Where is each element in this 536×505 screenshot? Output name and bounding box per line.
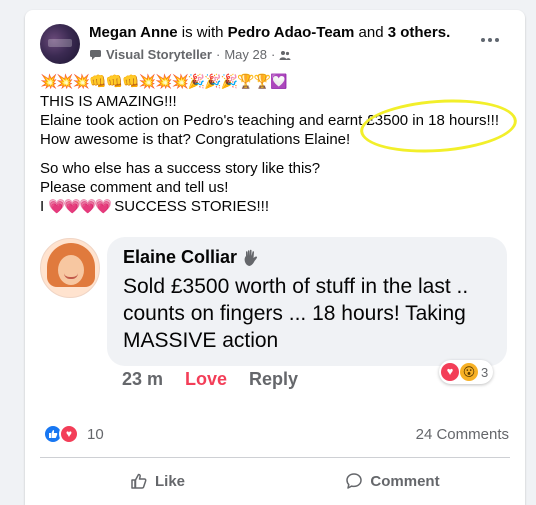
wow-reaction-icon: 😮 (460, 363, 478, 381)
dot-icon (488, 38, 492, 42)
tagged-name[interactable]: Pedro Adao-Team (228, 24, 355, 41)
like-button[interactable]: Like (40, 463, 275, 499)
post-card: Megan Anne is with Pedro Adao-Team and 3… (25, 10, 525, 505)
post-reaction-count: 10 (87, 425, 104, 443)
post-line: Please comment and tell us! (40, 179, 229, 196)
comment-label: Comment (370, 472, 440, 490)
comment-time[interactable]: 23 m (122, 369, 163, 390)
comment-love-button[interactable]: Love (185, 369, 227, 390)
line-prefix: I (40, 198, 45, 215)
meta-separator: · (215, 47, 221, 62)
line-suffix: SUCCESS STORIES!!! (114, 198, 270, 215)
post-actions: Like Comment (40, 463, 510, 499)
comment-reactions[interactable]: ♥ 😮 3 (439, 360, 494, 384)
badge-label[interactable]: Visual Storyteller (106, 47, 212, 62)
thumbs-up-icon (131, 473, 147, 489)
like-label: Like (154, 472, 185, 490)
and-text: and (358, 24, 384, 41)
meta-separator-2: · (270, 47, 276, 62)
waving-hand-icon (244, 249, 258, 266)
comment-button[interactable]: Comment (275, 463, 510, 499)
commenter-name-row: Elaine Colliar (123, 247, 259, 268)
post-header: Megan Anne is with Pedro Adao-Team and 3… (89, 24, 450, 41)
post-line-hearts: I 💗💗💗💗 SUCCESS STORIES!!! (40, 197, 515, 216)
post-line: So who else has a success story like thi… (40, 160, 321, 177)
avatar-face (58, 255, 84, 285)
author-avatar[interactable] (40, 24, 80, 64)
comment-reaction-count: 3 (481, 364, 489, 380)
post-meta: Visual Storyteller · May 28 · (89, 47, 291, 62)
commenter-avatar[interactable] (40, 238, 100, 298)
love-reaction-icon: ♥ (59, 424, 79, 444)
comment-bubble: Elaine Colliar Sold £3500 worth of stuff… (107, 237, 507, 366)
comment-reply-button[interactable]: Reply (249, 369, 298, 390)
dot-icon (481, 38, 485, 42)
comment-text: Sold £3500 worth of stuff in the last ..… (123, 275, 469, 352)
emoji-row: 💥💥💥👊👊👊💥💥💥🎉🎉🎉🏆🏆💟 (40, 73, 287, 89)
divider (40, 457, 510, 458)
love-reaction-icon: ♥ (441, 363, 459, 381)
badge-icon (90, 49, 101, 60)
dot-icon (495, 38, 499, 42)
post-date[interactable]: May 28 (224, 47, 267, 62)
more-options-button[interactable] (477, 30, 503, 50)
audience-icon[interactable] (279, 49, 291, 61)
with-text: is with (181, 24, 224, 41)
post-reactions[interactable]: ♥ 10 (43, 424, 104, 444)
hearts-icons: 💗💗💗💗 (48, 198, 112, 214)
author-name[interactable]: Megan Anne (89, 24, 178, 41)
comment-icon (346, 473, 363, 489)
paragraph-2: So who else has a success story like thi… (40, 159, 515, 216)
others-link[interactable]: 3 others. (388, 24, 451, 41)
comment-actions: 23 m Love Reply (122, 369, 298, 390)
commenter-name[interactable]: Elaine Colliar (123, 247, 237, 268)
comments-count-link[interactable]: 24 Comments (416, 426, 509, 443)
